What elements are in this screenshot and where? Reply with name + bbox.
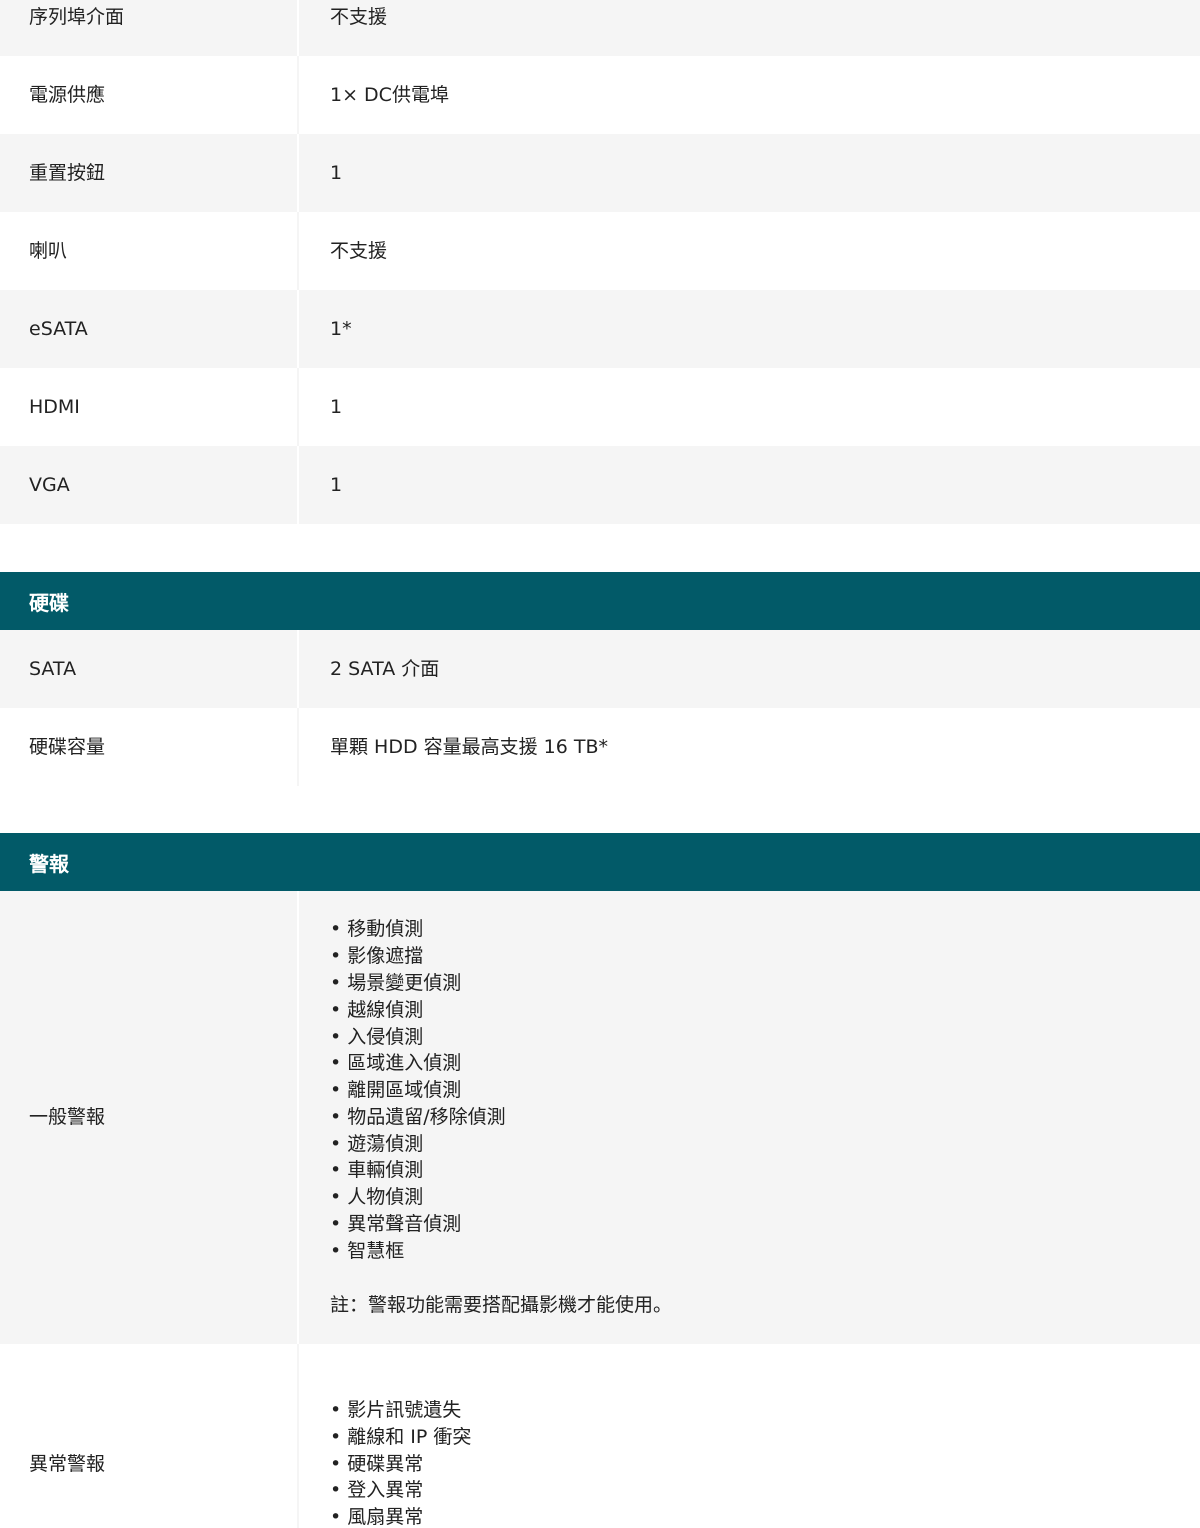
spec-row-capacity: 硬碟容量 單顆 HDD 容量最高支援 16 TB* bbox=[0, 708, 1200, 786]
list-item: 場景變更偵測 bbox=[330, 970, 1200, 997]
spec-row-sata: SATA 2 SATA 介面 bbox=[0, 630, 1200, 708]
spec-value: 1 bbox=[298, 446, 1200, 524]
section-header-hdd: 硬碟 bbox=[0, 572, 1200, 630]
spec-row-power: 電源供應 1× DC供電埠 bbox=[0, 56, 1200, 134]
spec-row-general-alarm: 一般警報 移動偵測影像遮擋場景變更偵測越線偵測入侵偵測區域進入偵測離開區域偵測物… bbox=[0, 891, 1200, 1344]
spec-row-serial: 序列埠介面 不支援 bbox=[0, 0, 1200, 56]
alarm-note: 註：警報功能需要搭配攝影機才能使用。 bbox=[330, 1293, 673, 1316]
list-item: 硬碟異常 bbox=[330, 1451, 1200, 1478]
spec-value: 1 bbox=[298, 368, 1200, 446]
spec-row-hdmi: HDMI 1 bbox=[0, 368, 1200, 446]
hdd-spec-table: SATA 2 SATA 介面 硬碟容量 單顆 HDD 容量最高支援 16 TB* bbox=[0, 630, 1200, 786]
spec-value: 移動偵測影像遮擋場景變更偵測越線偵測入侵偵測區域進入偵測離開區域偵測物品遺留/移… bbox=[298, 891, 1200, 1344]
spec-row-vga: VGA 1 bbox=[0, 446, 1200, 524]
spec-value: 不支援 bbox=[298, 212, 1200, 290]
spec-row-reset: 重置按鈕 1 bbox=[0, 134, 1200, 212]
spec-label: 重置按鈕 bbox=[0, 134, 299, 212]
exception-alarm-list: 影片訊號遺失離線和 IP 衝突硬碟異常登入異常風扇異常 bbox=[330, 1397, 1200, 1528]
section-spacer bbox=[0, 524, 1200, 572]
spec-label: 硬碟容量 bbox=[0, 708, 299, 786]
spec-value: 2 SATA 介面 bbox=[298, 630, 1200, 708]
spec-label: 序列埠介面 bbox=[0, 0, 299, 56]
ports-spec-table: 序列埠介面 不支援 電源供應 1× DC供電埠 重置按鈕 1 喇叭 不支援 eS… bbox=[0, 0, 1200, 524]
alarm-spec-table: 一般警報 移動偵測影像遮擋場景變更偵測越線偵測入侵偵測區域進入偵測離開區域偵測物… bbox=[0, 891, 1200, 1528]
list-item: 影像遮擋 bbox=[330, 943, 1200, 970]
list-item: 越線偵測 bbox=[330, 997, 1200, 1024]
list-item: 智慧框 bbox=[330, 1238, 1200, 1265]
section-spacer bbox=[0, 786, 1200, 833]
spec-label: 電源供應 bbox=[0, 56, 299, 134]
list-item: 移動偵測 bbox=[330, 916, 1200, 943]
general-alarm-list: 移動偵測影像遮擋場景變更偵測越線偵測入侵偵測區域進入偵測離開區域偵測物品遺留/移… bbox=[330, 916, 1200, 1264]
spec-value: 影片訊號遺失離線和 IP 衝突硬碟異常登入異常風扇異常 bbox=[298, 1344, 1200, 1528]
section-header-alarm: 警報 bbox=[0, 833, 1200, 891]
list-item: 物品遺留/移除偵測 bbox=[330, 1104, 1200, 1131]
list-item: 影片訊號遺失 bbox=[330, 1397, 1200, 1424]
list-item: 離線和 IP 衝突 bbox=[330, 1424, 1200, 1451]
spec-value: 1 bbox=[298, 134, 1200, 212]
list-item: 登入異常 bbox=[330, 1477, 1200, 1504]
list-item: 風扇異常 bbox=[330, 1504, 1200, 1528]
spec-row-esata: eSATA 1* bbox=[0, 290, 1200, 368]
list-item: 遊蕩偵測 bbox=[330, 1131, 1200, 1158]
spec-value: 單顆 HDD 容量最高支援 16 TB* bbox=[298, 708, 1200, 786]
spec-label: 一般警報 bbox=[0, 891, 299, 1344]
spec-value: 1* bbox=[298, 290, 1200, 368]
list-item: 異常聲音偵測 bbox=[330, 1211, 1200, 1238]
spec-row-exception-alarm: 異常警報 影片訊號遺失離線和 IP 衝突硬碟異常登入異常風扇異常 bbox=[0, 1344, 1200, 1528]
list-item: 區域進入偵測 bbox=[330, 1050, 1200, 1077]
spec-value: 1× DC供電埠 bbox=[298, 56, 1200, 134]
spec-label: eSATA bbox=[0, 290, 299, 368]
spec-label: 喇叭 bbox=[0, 212, 299, 290]
spec-label: HDMI bbox=[0, 368, 299, 446]
list-item: 車輛偵測 bbox=[330, 1157, 1200, 1184]
list-item: 離開區域偵測 bbox=[330, 1077, 1200, 1104]
spec-label: 異常警報 bbox=[0, 1344, 299, 1528]
spec-label: SATA bbox=[0, 630, 299, 708]
list-item: 人物偵測 bbox=[330, 1184, 1200, 1211]
list-item: 入侵偵測 bbox=[330, 1024, 1200, 1051]
spec-value: 不支援 bbox=[298, 0, 1200, 56]
spec-label: VGA bbox=[0, 446, 299, 524]
spec-row-speaker: 喇叭 不支援 bbox=[0, 212, 1200, 290]
